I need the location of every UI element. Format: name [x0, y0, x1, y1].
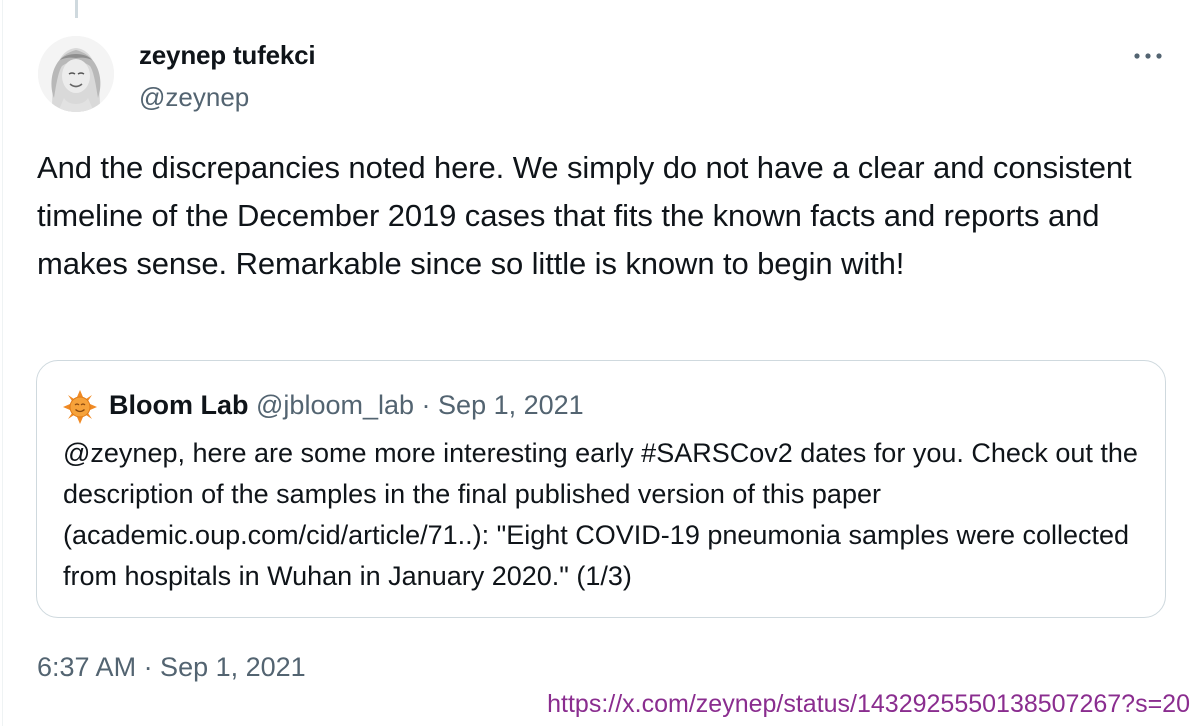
quoted-tweet-text: @zeynep, here are some more interesting …: [63, 438, 1138, 591]
avatar-portrait-icon: [38, 36, 114, 112]
quoted-author-handle[interactable]: @jbloom_lab: [256, 390, 414, 420]
quoted-avatar[interactable]: [63, 390, 97, 424]
source-url[interactable]: https://x.com/zeynep/status/143292555013…: [547, 690, 1190, 719]
tweet-timestamp[interactable]: 6:37 AM · Sep 1, 2021: [37, 652, 306, 683]
quoted-author-name[interactable]: Bloom Lab: [109, 390, 249, 420]
more-options-button[interactable]: [1128, 40, 1168, 70]
quoted-header: Bloom Lab @jbloom_lab · Sep 1, 2021: [109, 390, 584, 421]
author-handle[interactable]: @zeynep: [139, 82, 249, 113]
quoted-separator: ·: [421, 390, 431, 420]
quoted-tweet-card[interactable]: Bloom Lab @jbloom_lab · Sep 1, 2021 @zey…: [36, 360, 1166, 618]
quoted-date[interactable]: Sep 1, 2021: [438, 390, 584, 420]
sun-logo-icon: [63, 390, 97, 424]
author-name[interactable]: zeynep tufekci: [139, 40, 316, 71]
more-horizontal-icon: [1134, 53, 1162, 59]
tweet-text: And the discrepancies noted here. We sim…: [37, 150, 1132, 281]
left-divider: [2, 0, 3, 726]
thread-connector-line: [75, 0, 78, 18]
avatar[interactable]: [38, 36, 114, 112]
